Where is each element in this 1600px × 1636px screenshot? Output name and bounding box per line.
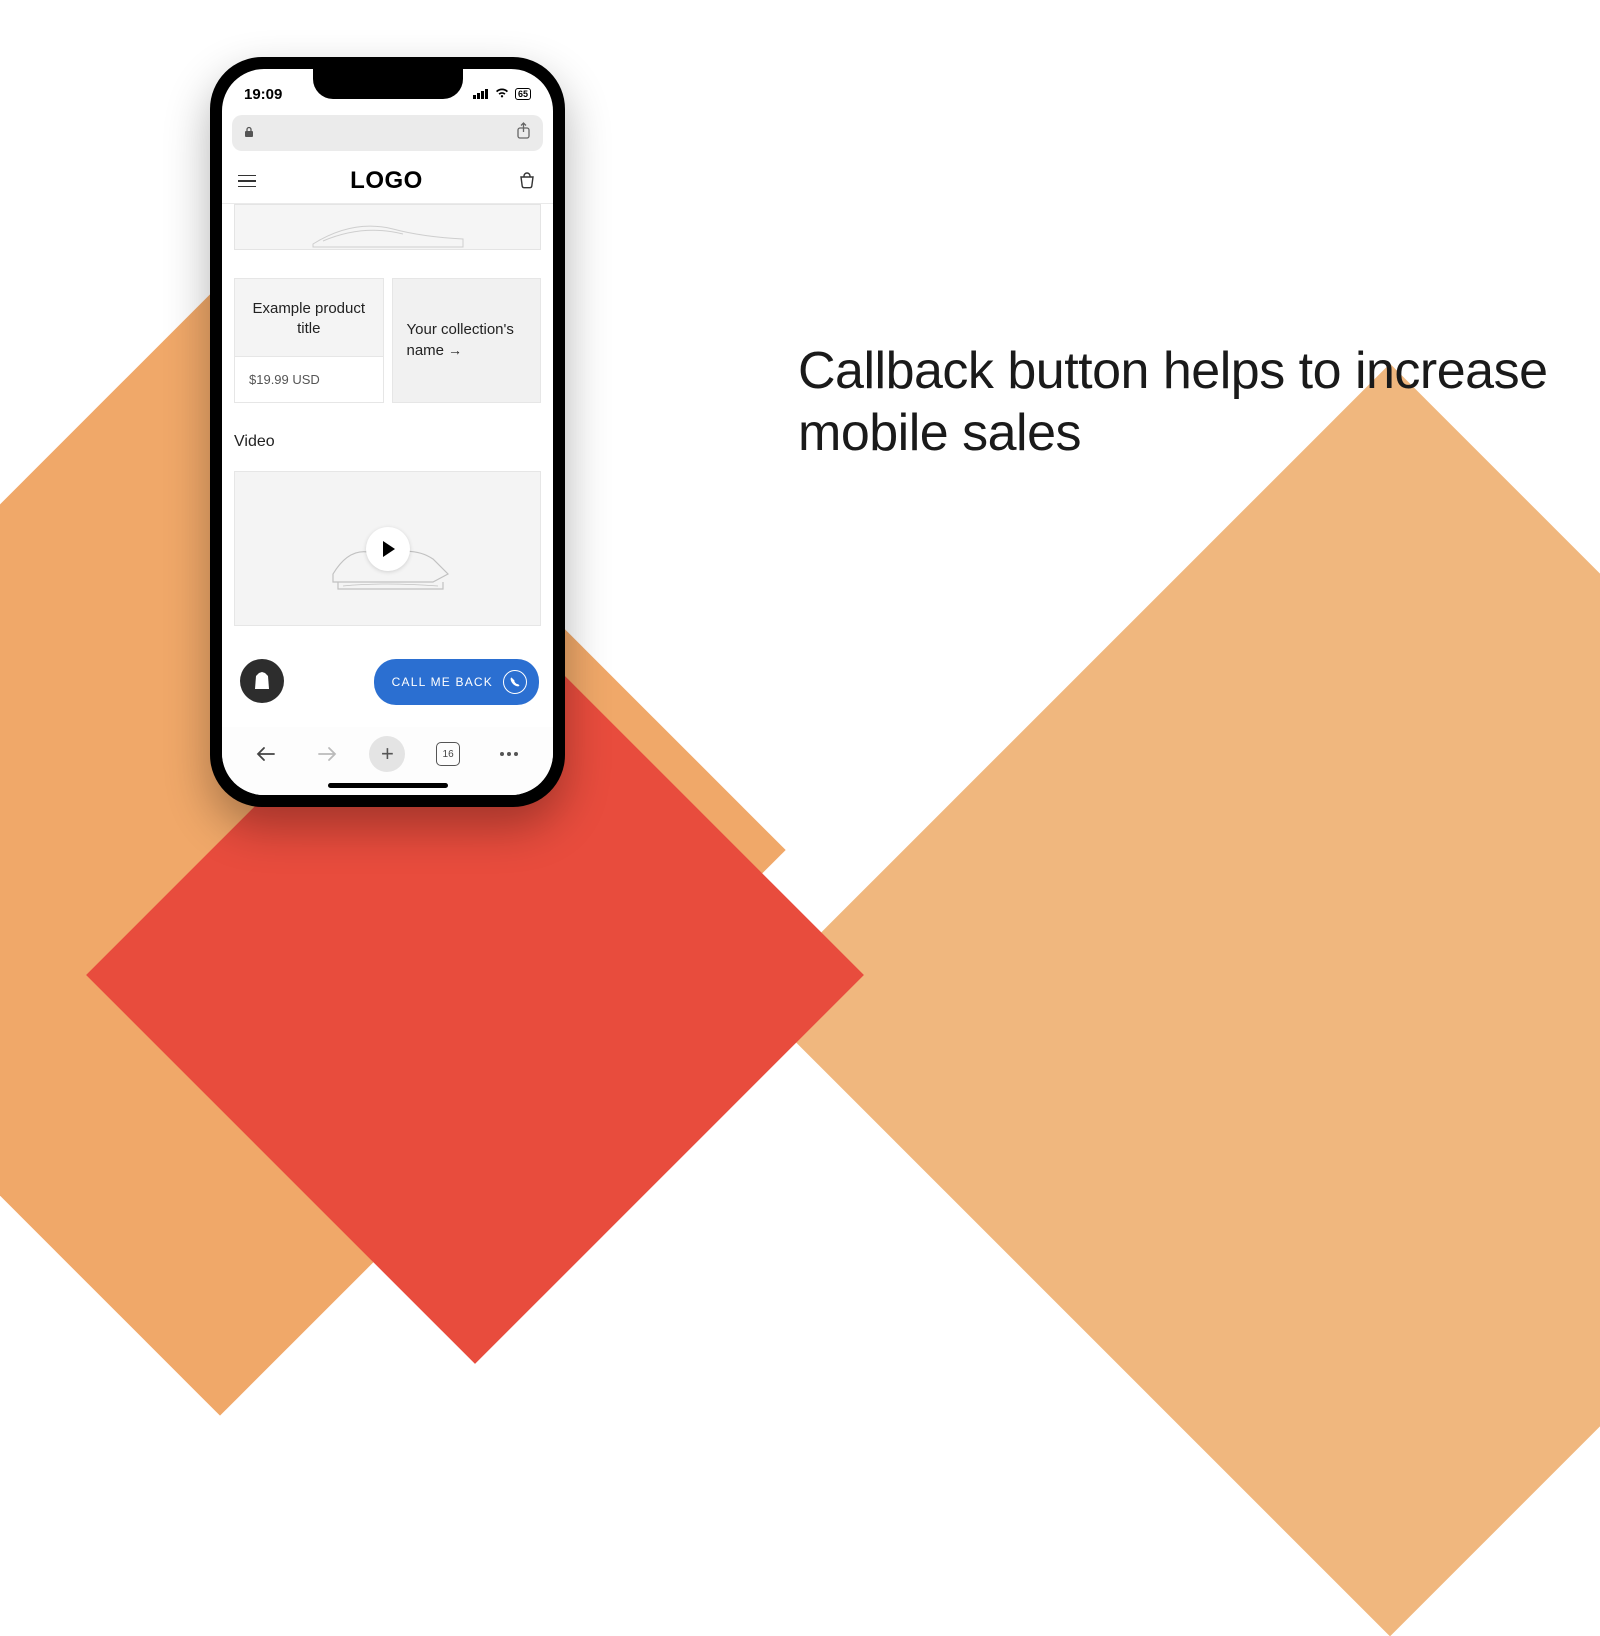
product-card[interactable]: Example product title $19.99 USD: [234, 278, 384, 403]
tabs-button[interactable]: 16: [430, 736, 466, 772]
more-button[interactable]: [491, 736, 527, 772]
store-logo[interactable]: LOGO: [350, 167, 423, 195]
bg-triangle-right: [754, 364, 1600, 1636]
new-tab-button[interactable]: +: [369, 736, 405, 772]
phone-mockup: 19:09 65 LOGO: [210, 57, 565, 807]
shopify-badge-icon[interactable]: [240, 659, 284, 703]
cart-icon[interactable]: [517, 171, 537, 191]
battery-icon: 65: [515, 88, 531, 100]
callback-label: CALL ME BACK: [392, 675, 493, 689]
product-price: $19.99 USD: [235, 356, 383, 403]
store-header: LOGO: [222, 157, 553, 204]
arrow-right-icon: →: [448, 341, 462, 360]
collection-card[interactable]: Your collection's name→: [392, 278, 542, 403]
status-icons: 65: [473, 86, 531, 103]
phone-screen: 19:09 65 LOGO: [222, 69, 553, 795]
status-time: 19:09: [244, 86, 282, 103]
hero-placeholder-image: [234, 204, 541, 250]
play-button[interactable]: [366, 527, 410, 571]
share-icon[interactable]: [516, 122, 531, 145]
safari-url-bar[interactable]: [232, 115, 543, 151]
store-content: Example product title $19.99 USD Your co…: [222, 204, 553, 714]
wifi-icon: [494, 86, 510, 103]
cell-signal-icon: [473, 86, 489, 103]
product-cards-row: Example product title $19.99 USD Your co…: [234, 278, 541, 403]
collection-name: Your collection's name→: [407, 320, 527, 361]
marketing-headline: Callback button helps to increase mobile…: [798, 340, 1600, 465]
video-placeholder[interactable]: [234, 471, 541, 626]
product-title: Example product title: [249, 299, 369, 340]
home-indicator: [328, 783, 448, 788]
tabs-count: 16: [436, 742, 460, 766]
hamburger-menu-icon[interactable]: [238, 175, 256, 188]
phone-icon: [503, 670, 527, 694]
forward-button[interactable]: [309, 736, 345, 772]
lock-icon: [244, 126, 254, 141]
video-section-label: Video: [234, 433, 541, 451]
callback-button[interactable]: CALL ME BACK: [374, 659, 539, 705]
back-button[interactable]: [248, 736, 284, 772]
phone-notch: [313, 69, 463, 99]
